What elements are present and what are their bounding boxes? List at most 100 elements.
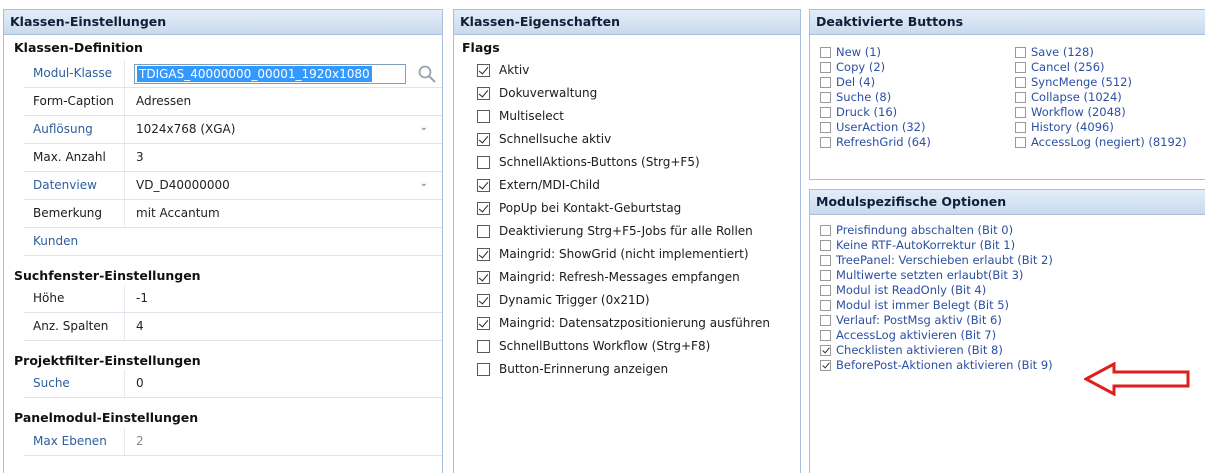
- flag-item[interactable]: Multiselect: [477, 106, 564, 126]
- option-checkbox[interactable]: [820, 329, 831, 341]
- option-checkbox[interactable]: [820, 224, 831, 236]
- option-checkbox[interactable]: [1015, 121, 1026, 133]
- deaktivierte-button-option[interactable]: UserAction (32): [820, 120, 926, 134]
- deaktivierte-button-option[interactable]: RefreshGrid (64): [820, 135, 931, 149]
- modul-option[interactable]: BeforePost-Aktionen aktivieren (Bit 9): [820, 358, 1053, 372]
- select-aufloesung[interactable]: 1024x768 (XGA): [136, 122, 235, 136]
- magnifier-icon[interactable]: [416, 63, 438, 85]
- option-checkbox[interactable]: [1015, 46, 1026, 58]
- deaktivierte-button-option[interactable]: History (4096): [1015, 120, 1114, 134]
- row-aufloesung[interactable]: Auflösung 1024x768 (XGA) ⌄: [24, 116, 442, 144]
- row-max-anzahl[interactable]: Max. Anzahl 3: [24, 144, 442, 172]
- flag-checkbox[interactable]: [477, 86, 490, 100]
- deaktivierte-button-option[interactable]: Druck (16): [820, 105, 897, 119]
- option-checkbox[interactable]: [820, 299, 831, 311]
- chevron-down-icon[interactable]: ⌄: [420, 122, 428, 133]
- flag-checkbox[interactable]: [477, 247, 490, 261]
- value-max-ebenen[interactable]: 2: [136, 434, 144, 448]
- modul-option[interactable]: Modul ist ReadOnly (Bit 4): [820, 283, 986, 297]
- option-checkbox[interactable]: [820, 359, 831, 371]
- modul-option[interactable]: Multiwerte setzten erlaubt(Bit 3): [820, 268, 1023, 282]
- row-anz-spalten[interactable]: Anz. Spalten 4: [24, 313, 442, 341]
- flag-checkbox[interactable]: [477, 201, 490, 215]
- value-suche[interactable]: 0: [136, 376, 144, 390]
- flag-item[interactable]: Extern/MDI-Child: [477, 175, 600, 195]
- modul-klasse-input[interactable]: TDIGAS_40000000_00001_1920x1080: [134, 64, 406, 84]
- option-checkbox[interactable]: [820, 106, 831, 118]
- row-hoehe[interactable]: Höhe -1: [24, 285, 442, 313]
- deaktivierte-button-option[interactable]: Copy (2): [820, 60, 885, 74]
- option-checkbox[interactable]: [1015, 91, 1026, 103]
- option-checkbox[interactable]: [1015, 106, 1026, 118]
- value-max-anzahl[interactable]: 3: [136, 150, 144, 164]
- deaktivierte-button-option[interactable]: SyncMenge (512): [1015, 75, 1132, 89]
- option-checkbox[interactable]: [1015, 61, 1026, 73]
- row-suche[interactable]: Suche 0: [24, 370, 442, 398]
- option-checkbox[interactable]: [1015, 136, 1026, 148]
- value-hoehe[interactable]: -1: [136, 291, 148, 305]
- deaktivierte-button-option[interactable]: Workflow (2048): [1015, 105, 1126, 119]
- modul-option[interactable]: Keine RTF-AutoKorrektur (Bit 1): [820, 238, 1015, 252]
- flag-checkbox[interactable]: [477, 316, 490, 330]
- option-checkbox[interactable]: [820, 76, 831, 88]
- row-kunden[interactable]: Kunden: [24, 228, 442, 256]
- option-checkbox[interactable]: [820, 284, 831, 296]
- option-checkbox[interactable]: [820, 46, 831, 58]
- modul-option[interactable]: Modul ist immer Belegt (Bit 5): [820, 298, 1009, 312]
- flag-checkbox[interactable]: [477, 178, 490, 192]
- row-bemerkung[interactable]: Bemerkung mit Accantum: [24, 200, 442, 228]
- row-datenview[interactable]: Datenview VD_D40000000 ⌄: [24, 172, 442, 200]
- flag-item[interactable]: SchnellAktions-Buttons (Strg+F5): [477, 152, 700, 172]
- deaktivierte-button-option[interactable]: Del (4): [820, 75, 875, 89]
- select-datenview[interactable]: VD_D40000000: [136, 178, 230, 192]
- flag-item[interactable]: Dokuverwaltung: [477, 83, 597, 103]
- flag-item[interactable]: Maingrid: Datensatzpositionierung ausfüh…: [477, 313, 770, 333]
- modul-klasse-value[interactable]: TDIGAS_40000000_00001_1920x1080: [137, 66, 372, 82]
- flag-item[interactable]: Aktiv: [477, 60, 529, 80]
- deaktivierte-button-option[interactable]: Suche (8): [820, 90, 891, 104]
- modul-option[interactable]: AccessLog aktivieren (Bit 7): [820, 328, 996, 342]
- flag-checkbox[interactable]: [477, 270, 490, 284]
- flag-checkbox[interactable]: [477, 293, 490, 307]
- row-form-caption[interactable]: Form-Caption Adressen: [24, 88, 442, 116]
- flag-item[interactable]: SchnellButtons Workflow (Strg+F8): [477, 336, 710, 356]
- option-checkbox[interactable]: [1015, 76, 1026, 88]
- flag-checkbox[interactable]: [477, 339, 490, 353]
- flag-checkbox[interactable]: [477, 224, 490, 238]
- row-modul-klasse[interactable]: Modul-Klasse TDIGAS_40000000_00001_1920x…: [24, 60, 442, 88]
- modul-option[interactable]: Checklisten aktivieren (Bit 8): [820, 343, 1003, 357]
- modul-option[interactable]: Preisfindung abschalten (Bit 0): [820, 223, 1013, 237]
- flag-item[interactable]: PopUp bei Kontakt-Geburtstag: [477, 198, 681, 218]
- flag-item[interactable]: Deaktivierung Strg+F5-Jobs für alle Roll…: [477, 221, 753, 241]
- flag-item[interactable]: Dynamic Trigger (0x21D): [477, 290, 650, 310]
- deaktivierte-button-option[interactable]: New (1): [820, 45, 881, 59]
- flag-checkbox[interactable]: [477, 362, 490, 376]
- option-checkbox[interactable]: [820, 254, 831, 266]
- option-checkbox[interactable]: [820, 239, 831, 251]
- option-checkbox[interactable]: [820, 136, 831, 148]
- deaktivierte-button-option[interactable]: Collapse (1024): [1015, 90, 1122, 104]
- deaktivierte-button-option[interactable]: AccessLog (negiert) (8192): [1015, 135, 1187, 149]
- row-max-ebenen[interactable]: Max Ebenen 2: [24, 428, 442, 456]
- deaktivierte-button-option[interactable]: Cancel (256): [1015, 60, 1105, 74]
- deaktivierte-button-option[interactable]: Save (128): [1015, 45, 1094, 59]
- modul-option[interactable]: Verlauf: PostMsg aktiv (Bit 6): [820, 313, 1002, 327]
- flag-checkbox[interactable]: [477, 63, 490, 77]
- value-anz-spalten[interactable]: 4: [136, 319, 144, 333]
- flag-checkbox[interactable]: [477, 155, 490, 169]
- option-checkbox[interactable]: [820, 91, 831, 103]
- flag-item[interactable]: Maingrid: Refresh-Messages empfangen: [477, 267, 740, 287]
- option-checkbox[interactable]: [820, 344, 831, 356]
- flag-item[interactable]: Schnellsuche aktiv: [477, 129, 611, 149]
- flag-checkbox[interactable]: [477, 132, 490, 146]
- value-bemerkung[interactable]: mit Accantum: [136, 206, 220, 220]
- option-checkbox[interactable]: [820, 314, 831, 326]
- chevron-down-icon[interactable]: ⌄: [420, 178, 428, 189]
- flag-item[interactable]: Maingrid: ShowGrid (nicht implementiert): [477, 244, 749, 264]
- flag-checkbox[interactable]: [477, 109, 490, 123]
- option-checkbox[interactable]: [820, 269, 831, 281]
- value-form-caption[interactable]: Adressen: [136, 94, 191, 108]
- flag-item[interactable]: Button-Erinnerung anzeigen: [477, 359, 668, 379]
- option-checkbox[interactable]: [820, 121, 831, 133]
- option-checkbox[interactable]: [820, 61, 831, 73]
